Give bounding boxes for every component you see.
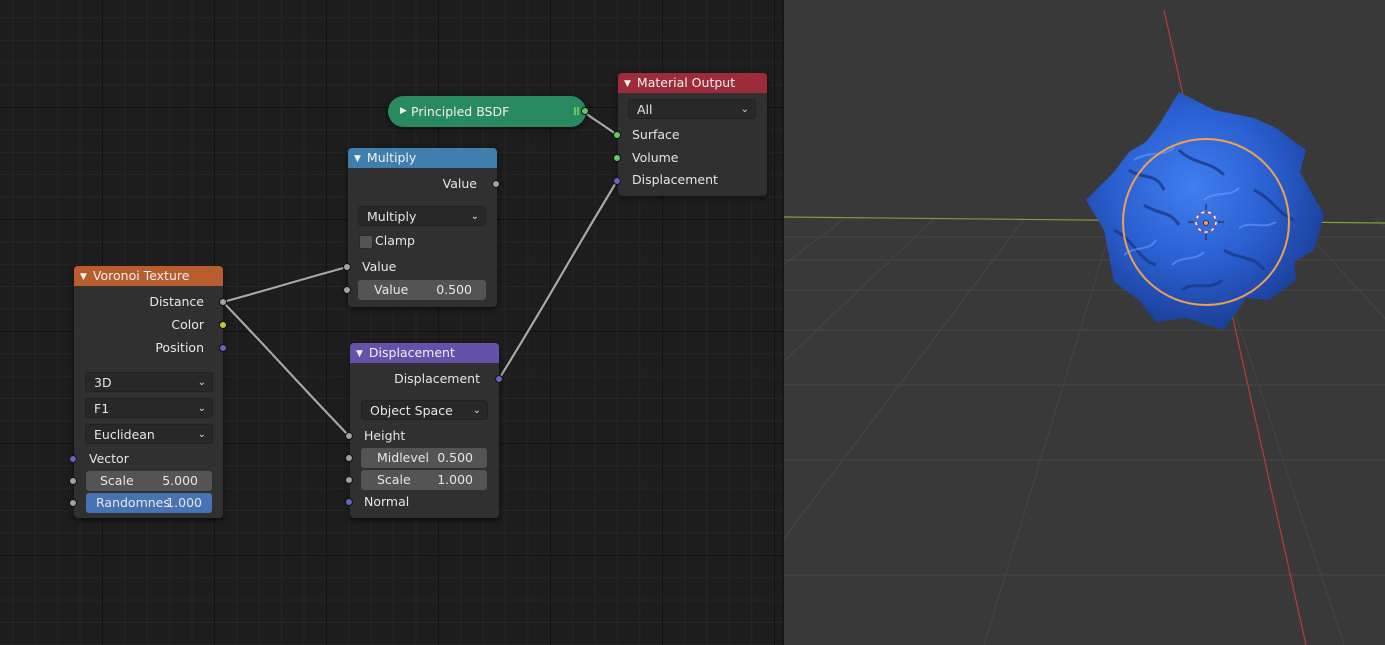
position-output-label: Position — [155, 340, 204, 355]
multiply-value-input-label: Value — [362, 259, 397, 274]
surface-input-socket[interactable] — [613, 131, 621, 139]
midlevel-field[interactable]: Midlevel 0.500 — [361, 448, 487, 468]
dropdown-chevron-icon: ⌄ — [740, 104, 749, 115]
normal-input-label: Normal — [364, 494, 410, 509]
dropdown-chevron-icon: ⌄ — [197, 403, 206, 414]
voronoi-randomness-label: Randomnes — [96, 495, 170, 510]
multiply-title: Multiply — [366, 150, 417, 165]
height-input-socket[interactable] — [345, 432, 353, 440]
displacement-input-label: Displacement — [632, 172, 718, 187]
space-value: Object Space — [370, 403, 453, 418]
distance-output-socket[interactable] — [219, 298, 227, 306]
link-distance-to-height — [220, 299, 352, 439]
floor-grid — [784, 218, 1385, 645]
midlevel-input-socket[interactable] — [345, 454, 353, 462]
voronoi-title: Voronoi Texture — [92, 268, 190, 283]
feature-dropdown[interactable]: F1 ⌄ — [85, 398, 213, 418]
displacement-scale-value: 1.000 — [437, 472, 473, 487]
link-bsdf-to-surface — [581, 109, 620, 138]
multiply-value-input-socket[interactable] — [343, 263, 351, 271]
collapse-triangle-icon[interactable]: ▼ — [624, 74, 631, 94]
displacement-output-socket[interactable] — [495, 375, 503, 383]
voronoi-randomness-value: 1.000 — [166, 495, 202, 510]
multiply-value-field-value: 0.500 — [436, 282, 472, 297]
metric-value: Euclidean — [94, 427, 155, 442]
vector-input-label: Vector — [89, 451, 129, 466]
dimensions-dropdown[interactable]: 3D ⌄ — [85, 372, 213, 392]
midlevel-label: Midlevel — [377, 450, 429, 465]
3d-viewport[interactable] — [784, 0, 1385, 645]
multiply-output-socket[interactable] — [492, 180, 500, 188]
dropdown-chevron-icon: ⌄ — [472, 405, 481, 416]
multiply-header[interactable]: ▼ Multiply — [348, 148, 497, 168]
material-output-node[interactable]: ▼ Material Output All ⌄ Surface Volume Di… — [613, 73, 767, 196]
target-dropdown[interactable]: All ⌄ — [628, 99, 756, 119]
displacement-input-socket[interactable] — [613, 177, 621, 185]
material-output-header[interactable]: ▼ Material Output — [618, 73, 767, 93]
viewport-scene — [784, 9, 1385, 645]
collapse-triangle-icon[interactable]: ▼ — [80, 267, 87, 287]
dropdown-chevron-icon: ⌄ — [470, 211, 479, 222]
voronoi-scale-value: 5.000 — [162, 473, 198, 488]
node-editor[interactable]: ▶ Principled BSDF ▼ Material Output All ⌄… — [0, 0, 784, 645]
clamp-checkbox[interactable] — [359, 235, 373, 249]
collapsed-sockets-icon — [574, 107, 576, 115]
voronoi-texture-node[interactable]: ▼ Voronoi Texture Distance Color Position… — [69, 266, 227, 518]
surface-input-label: Surface — [632, 127, 680, 142]
space-dropdown[interactable]: Object Space ⌄ — [361, 400, 488, 420]
multiply-value-field[interactable]: Value 0.500 — [358, 280, 486, 300]
height-input-label: Height — [364, 428, 406, 443]
displacement-scale-label: Scale — [377, 472, 411, 487]
volume-input-label: Volume — [632, 150, 679, 165]
link-distance-to-multiply — [220, 264, 350, 305]
dimensions-value: 3D — [94, 375, 112, 390]
distance-output-label: Distance — [149, 294, 204, 309]
midlevel-value: 0.500 — [437, 450, 473, 465]
operation-value: Multiply — [367, 209, 417, 224]
displacement-title: Displacement — [368, 345, 455, 360]
feature-value: F1 — [94, 401, 110, 416]
expand-triangle-icon[interactable]: ▶ — [400, 96, 407, 127]
multiply-value2-socket[interactable] — [343, 286, 351, 294]
dropdown-chevron-icon: ⌄ — [197, 377, 206, 388]
link-displacement-to-output — [496, 178, 620, 382]
position-output-socket[interactable] — [219, 344, 227, 352]
operation-dropdown[interactable]: Multiply ⌄ — [358, 206, 486, 226]
collapse-triangle-icon[interactable]: ▼ — [356, 344, 363, 364]
displacement-header[interactable]: ▼ Displacement — [350, 343, 499, 363]
material-output-title: Material Output — [636, 75, 736, 90]
clamp-label: Clamp — [375, 233, 415, 248]
principled-bsdf-title: Principled BSDF — [411, 104, 510, 119]
voronoi-scale-field[interactable]: Scale 5.000 — [86, 471, 212, 491]
displacement-scale-field[interactable]: Scale 1.000 — [361, 470, 487, 490]
color-output-label: Color — [171, 317, 204, 332]
volume-input-socket[interactable] — [613, 154, 621, 162]
normal-input-socket[interactable] — [345, 498, 353, 506]
multiply-node[interactable]: ▼ Multiply Value Multiply ⌄ Clamp Value V… — [343, 148, 500, 307]
voronoi-scale-label: Scale — [100, 473, 134, 488]
target-value: All — [637, 102, 653, 117]
scale-input-socket[interactable] — [345, 476, 353, 484]
color-output-socket[interactable] — [219, 321, 227, 329]
voronoi-randomness-field[interactable]: Randomnes 1.000 — [86, 493, 212, 513]
displacement-node[interactable]: ▼ Displacement Displacement Object Space … — [345, 343, 503, 518]
principled-bsdf-node[interactable]: ▶ Principled BSDF — [388, 96, 589, 127]
bsdf-output-socket[interactable] — [581, 107, 589, 115]
dropdown-chevron-icon: ⌄ — [197, 429, 206, 440]
randomness-input-socket[interactable] — [69, 499, 77, 507]
metric-dropdown[interactable]: Euclidean ⌄ — [85, 424, 213, 444]
vector-input-socket[interactable] — [69, 455, 77, 463]
scale-input-socket[interactable] — [69, 477, 77, 485]
displacement-output-label: Displacement — [394, 371, 480, 386]
object-origin-icon — [1203, 220, 1209, 226]
voronoi-header[interactable]: ▼ Voronoi Texture — [74, 266, 223, 286]
collapse-triangle-icon[interactable]: ▼ — [354, 149, 361, 169]
multiply-value-field-label: Value — [374, 282, 409, 297]
multiply-output-label: Value — [442, 176, 477, 191]
